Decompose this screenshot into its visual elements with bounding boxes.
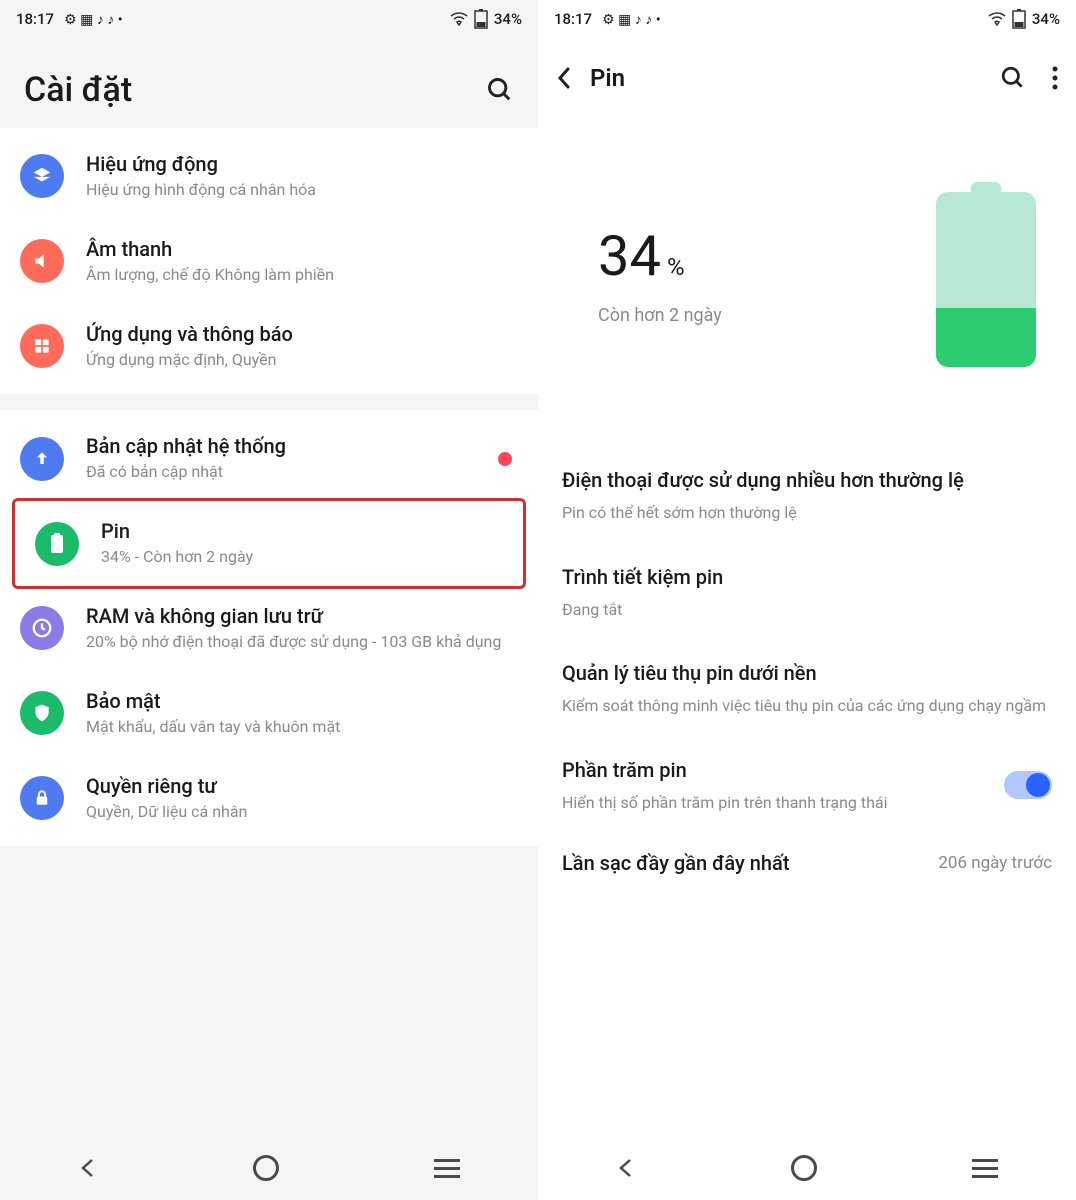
battery-icon: [1012, 9, 1026, 29]
nav-bar: [0, 1136, 538, 1200]
wifi-icon: [988, 12, 1006, 26]
item-title: Điện thoại được sử dụng nhiều hơn thường…: [562, 467, 1052, 494]
item-sub: Âm lượng, chế độ Không làm phiền: [86, 265, 518, 286]
search-icon[interactable]: [486, 76, 514, 104]
speaker-icon: [20, 239, 64, 283]
item-title: Bảo mật: [86, 689, 518, 713]
settings-group-1: Hiệu ứng động Hiệu ứng hình động cá nhân…: [0, 128, 538, 394]
settings-item-security[interactable]: Bảo mật Mật khẩu, dấu vân tay và khuôn m…: [0, 671, 538, 756]
item-sub: Ứng dụng mặc định, Quyền: [86, 350, 518, 371]
settings-item-apps[interactable]: Ứng dụng và thông báo Ứng dụng mặc định,…: [0, 304, 538, 389]
battery-item-saver[interactable]: Trình tiết kiệm pin Đang tắt: [538, 544, 1076, 641]
status-left-icons: ⚙ ▦ ♪ ♪ •: [602, 11, 661, 28]
item-sub: Hiệu ứng hình động cá nhân hóa: [86, 180, 518, 201]
settings-item-privacy[interactable]: Quyền riêng tư Quyền, Dữ liệu cá nhân: [0, 756, 538, 841]
item-title: Quản lý tiêu thụ pin dưới nền: [562, 660, 1052, 687]
nav-recent-button[interactable]: [972, 1159, 998, 1178]
settings-item-animation[interactable]: Hiệu ứng động Hiệu ứng hình động cá nhân…: [0, 134, 538, 219]
settings-item-update[interactable]: Bản cập nhật hệ thống Đã có bản cập nhật: [0, 416, 538, 501]
settings-item-battery[interactable]: Pin 34% - Còn hơn 2 ngày: [15, 501, 523, 586]
status-battery-text: 34%: [494, 10, 522, 28]
wifi-icon: [450, 12, 468, 26]
highlight-annotation: Pin 34% - Còn hơn 2 ngày: [12, 498, 526, 589]
battery-options-list[interactable]: Điện thoại được sử dụng nhiều hơn thường…: [538, 447, 1076, 1200]
settings-list[interactable]: Hiệu ứng động Hiệu ứng hình động cá nhân…: [0, 128, 538, 1200]
layers-icon: [20, 154, 64, 198]
battery-screen: 18:17 ⚙ ▦ ♪ ♪ • 34% Pin: [538, 0, 1076, 1200]
item-title: Bản cập nhật hệ thống: [86, 434, 476, 458]
settings-group-2: Bản cập nhật hệ thống Đã có bản cập nhật…: [0, 410, 538, 846]
battery-icon: [474, 9, 488, 29]
battery-icon: [35, 522, 79, 566]
back-button[interactable]: [556, 66, 572, 90]
battery-summary: 34% Còn hơn 2 ngày: [538, 102, 1076, 447]
battery-item-usage-warning[interactable]: Điện thoại được sử dụng nhiều hơn thường…: [538, 447, 1076, 544]
battery-item-percent[interactable]: Phần trăm pin Hiển thị số phần trăm pin …: [538, 737, 1076, 834]
item-sub: Kiểm soát thông minh việc tiêu thụ pin c…: [562, 695, 1052, 717]
nav-back-button[interactable]: [78, 1158, 98, 1178]
item-title: Phần trăm pin: [562, 757, 888, 784]
status-time: 18:17: [16, 10, 54, 28]
status-bar: 18:17 ⚙ ▦ ♪ ♪ • 34%: [538, 0, 1076, 38]
item-title: Pin: [101, 519, 503, 543]
item-value: 206 ngày trước: [938, 853, 1052, 873]
item-sub: Pin có thể hết sớm hơn thường lệ: [562, 502, 1052, 524]
item-title: Trình tiết kiệm pin: [562, 564, 1052, 591]
battery-estimate: Còn hơn 2 ngày: [598, 305, 722, 326]
apps-icon: [20, 324, 64, 368]
nav-recent-button[interactable]: [434, 1159, 460, 1178]
battery-header: Pin: [538, 38, 1076, 102]
notification-badge: [498, 452, 512, 466]
nav-back-button[interactable]: [616, 1158, 636, 1178]
lock-icon: [20, 776, 64, 820]
nav-home-button[interactable]: [791, 1155, 817, 1181]
item-sub: Hiển thị số phần trăm pin trên thanh trạ…: [562, 792, 888, 814]
settings-item-storage[interactable]: RAM và không gian lưu trữ 20% bộ nhớ điệ…: [0, 586, 538, 671]
clock-icon: [20, 606, 64, 650]
page-title: Pin: [590, 64, 625, 92]
update-icon: [20, 437, 64, 481]
status-time: 18:17: [554, 10, 592, 28]
search-icon[interactable]: [1000, 65, 1026, 91]
battery-percent: 34: [598, 223, 661, 289]
item-sub: Đã có bản cập nhật: [86, 462, 476, 483]
more-icon[interactable]: [1052, 65, 1058, 91]
item-sub: Đang tắt: [562, 599, 1052, 621]
page-title: Cài đặt: [24, 70, 132, 110]
settings-screen: 18:17 ⚙ ▦ ♪ ♪ • 34% Cài đặt Hiệu: [0, 0, 538, 1200]
settings-item-sound[interactable]: Âm thanh Âm lượng, chế độ Không làm phiề…: [0, 219, 538, 304]
item-sub: Quyền, Dữ liệu cá nhân: [86, 802, 518, 823]
item-sub: 34% - Còn hơn 2 ngày: [101, 547, 503, 568]
battery-item-last-charge[interactable]: Lần sạc đầy gần đây nhất 206 ngày trước: [538, 833, 1076, 893]
battery-graphic: [936, 182, 1036, 367]
item-title: Quyền riêng tư: [86, 774, 518, 798]
toggle-percent[interactable]: [1004, 771, 1052, 799]
percent-sign: %: [667, 253, 685, 281]
nav-bar: [538, 1136, 1076, 1200]
shield-icon: [20, 691, 64, 735]
item-title: Hiệu ứng động: [86, 152, 518, 176]
item-title: Ứng dụng và thông báo: [86, 322, 518, 346]
item-sub: 20% bộ nhớ điện thoại đã được sử dụng - …: [86, 632, 518, 653]
status-left-icons: ⚙ ▦ ♪ ♪ •: [64, 11, 123, 28]
item-title: Lần sạc đầy gần đây nhất: [562, 851, 790, 875]
item-title: Âm thanh: [86, 237, 518, 261]
status-battery-text: 34%: [1032, 10, 1060, 28]
settings-header: Cài đặt: [0, 38, 538, 128]
status-bar: 18:17 ⚙ ▦ ♪ ♪ • 34%: [0, 0, 538, 38]
nav-home-button[interactable]: [253, 1155, 279, 1181]
item-title: RAM và không gian lưu trữ: [86, 604, 518, 628]
battery-item-background[interactable]: Quản lý tiêu thụ pin dưới nền Kiểm soát …: [538, 640, 1076, 737]
item-sub: Mật khẩu, dấu vân tay và khuôn mặt: [86, 717, 518, 738]
